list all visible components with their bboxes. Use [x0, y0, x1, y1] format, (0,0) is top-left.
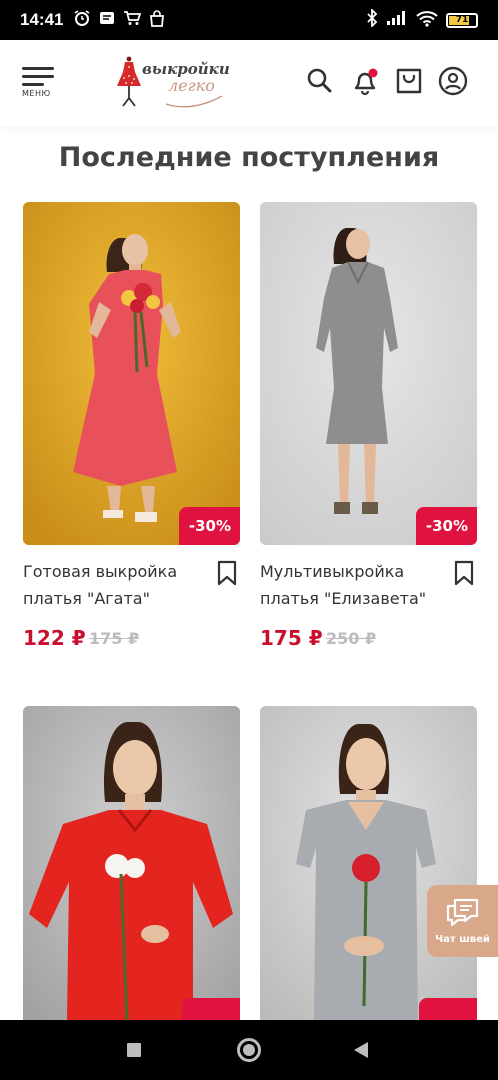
product-card[interactable]	[260, 706, 477, 1020]
product-card[interactable]	[23, 706, 240, 1020]
message-icon	[99, 10, 115, 30]
bell-icon[interactable]	[350, 66, 380, 100]
site-header: МЕНЮ выкройки легко	[0, 40, 498, 126]
chat-button[interactable]: Чат швей	[427, 885, 498, 957]
search-icon[interactable]	[305, 66, 333, 98]
bluetooth-icon	[366, 7, 378, 31]
product-image[interactable]	[23, 706, 240, 1020]
model-photo	[260, 202, 477, 545]
menu-label: МЕНЮ	[22, 89, 51, 98]
model-photo	[23, 706, 240, 1020]
recent-apps-button[interactable]	[127, 1043, 141, 1057]
menu-button[interactable]: МЕНЮ	[22, 67, 54, 98]
product-old-price: 250 ₽	[326, 629, 377, 648]
bookmark-icon[interactable]	[216, 560, 238, 590]
discount-badge	[182, 998, 240, 1020]
section-title: Последние поступления	[58, 142, 440, 173]
dress-form-logo-icon	[117, 56, 141, 107]
product-price: 122 ₽	[23, 626, 86, 650]
logo-underline-swoosh	[165, 95, 223, 108]
status-bar: 14:41 71	[0, 0, 498, 40]
user-icon[interactable]	[438, 66, 468, 100]
product-price: 175 ₽	[260, 626, 323, 650]
battery-level: 71	[455, 15, 469, 25]
discount-badge	[419, 998, 477, 1020]
signal-icon	[386, 10, 408, 30]
product-image[interactable]: -30%	[23, 202, 240, 545]
home-button[interactable]	[237, 1038, 261, 1062]
model-photo	[260, 706, 477, 1020]
product-image[interactable]	[260, 706, 477, 1020]
bag-notification-icon	[149, 9, 165, 31]
bookmark-icon[interactable]	[453, 560, 475, 590]
product-image[interactable]: -30%	[260, 202, 477, 545]
product-name[interactable]: Готовая выкройка платья "Агата"	[23, 558, 208, 612]
discount-badge: -30%	[415, 507, 477, 545]
product-card[interactable]: -30% Мультивыкройка платья "Елизавета" 1…	[260, 202, 477, 650]
battery-icon: 71	[446, 12, 478, 28]
wifi-icon	[416, 10, 438, 31]
bag-icon[interactable]	[394, 66, 424, 100]
chat-bubbles-icon	[446, 898, 479, 927]
back-button[interactable]	[353, 1041, 369, 1063]
model-photo	[23, 202, 240, 545]
status-time: 14:41	[20, 10, 64, 29]
product-card[interactable]: -30% Готовая выкройка платья "Агата" 122…	[23, 202, 240, 650]
alarm-icon	[73, 9, 91, 31]
chat-label: Чат швей	[435, 934, 490, 945]
discount-badge: -30%	[178, 507, 240, 545]
system-nav-bar	[0, 1020, 498, 1080]
product-name[interactable]: Мультивыкройка платья "Елизавета"	[260, 558, 445, 612]
cart-notification-icon	[123, 10, 142, 30]
product-old-price: 175 ₽	[89, 629, 140, 648]
logo[interactable]: выкройки легко	[114, 54, 234, 110]
